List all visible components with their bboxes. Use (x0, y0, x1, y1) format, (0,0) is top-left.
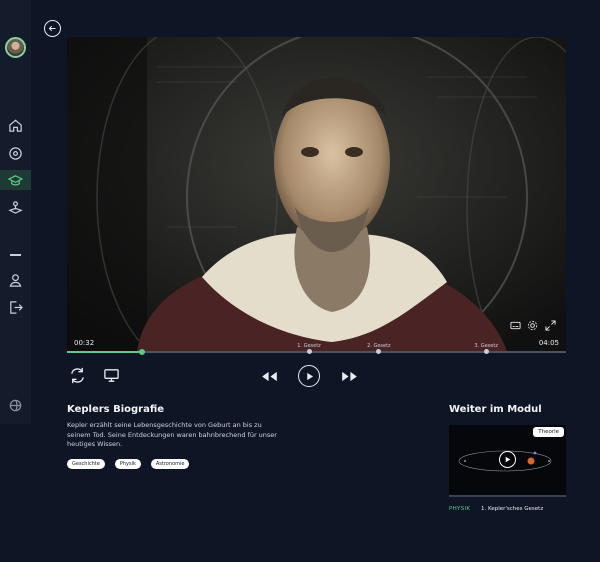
next-in-module-heading: Weiter im Modul (449, 404, 542, 415)
settings-gear-icon[interactable] (527, 320, 538, 331)
fast-forward-icon[interactable] (340, 369, 358, 383)
tag-list: Geschichte Physik Astronomie (67, 459, 190, 469)
avatar[interactable] (5, 37, 26, 58)
chapter-label: 2. Gesetz (367, 343, 391, 349)
rewind-icon[interactable] (260, 369, 278, 383)
play-icon (505, 456, 511, 463)
home-icon[interactable] (8, 118, 23, 133)
video-description: Kepler erzählt seine Lebensgeschichte vo… (67, 421, 277, 448)
logout-icon[interactable] (8, 300, 23, 315)
cast-screen-icon[interactable] (102, 366, 120, 384)
video-player[interactable]: 00:32 04:05 (67, 37, 566, 351)
lesson-type-badge: Theorie (533, 427, 564, 437)
user-icon[interactable] (8, 273, 23, 288)
chapter-marker[interactable] (376, 349, 382, 354)
current-time: 00:32 (74, 339, 95, 347)
sidebar (0, 0, 31, 424)
chapter-label: 3. Gesetz (474, 343, 498, 349)
total-time: 04:05 (538, 339, 559, 347)
subtitles-icon[interactable] (510, 320, 521, 331)
chapter-marker[interactable] (483, 349, 489, 354)
video-frame-portrait (67, 37, 566, 351)
video-timeline[interactable] (67, 349, 566, 355)
timeline-scrubber[interactable] (138, 349, 145, 355)
tag-chip[interactable]: Astronomie (150, 459, 190, 469)
fullscreen-icon[interactable] (545, 320, 556, 331)
tag-chip[interactable]: Physik (114, 459, 141, 469)
tag-chip[interactable]: Geschichte (67, 459, 105, 469)
chapter-label: 1. Gesetz (297, 343, 321, 349)
lesson-title[interactable]: 1. Kepler'sches Gesetz (481, 506, 543, 512)
compass-icon[interactable] (8, 146, 23, 161)
thumbnail-play-button[interactable] (499, 451, 516, 468)
timeline-progress (67, 351, 142, 353)
back-button[interactable] (44, 20, 61, 37)
play-button[interactable] (298, 365, 320, 387)
lesson-subject: PHYSIK (449, 506, 471, 512)
next-lesson-progress (449, 495, 566, 497)
next-lesson-card[interactable]: Theorie (449, 425, 566, 495)
play-icon (306, 372, 313, 380)
graduation-cap-icon[interactable] (8, 173, 23, 188)
joystick-icon[interactable] (8, 200, 23, 215)
video-title: Keplers Biografie (67, 404, 165, 415)
sidebar-divider (10, 254, 21, 256)
globe-icon[interactable] (8, 398, 23, 413)
chapter-marker[interactable] (306, 349, 312, 354)
replay-icon[interactable] (67, 365, 87, 385)
